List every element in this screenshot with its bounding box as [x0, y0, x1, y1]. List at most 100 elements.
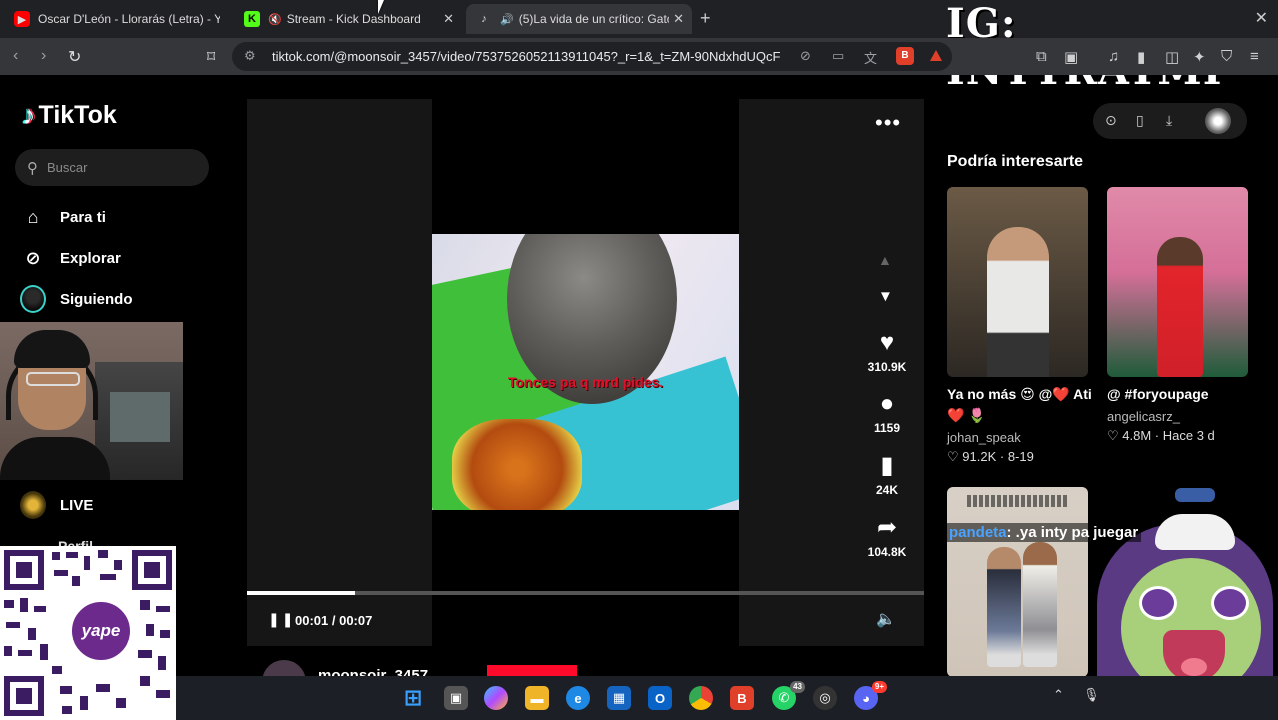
nav-label: Siguiendo	[60, 290, 133, 308]
comment-icon: ●	[879, 390, 895, 417]
screen-icon[interactable]: ▭	[832, 48, 844, 64]
forward-icon[interactable]: ›	[41, 47, 46, 65]
copilot-icon[interactable]	[484, 686, 508, 710]
tab-title: Stream - Kick Dashboard	[286, 12, 421, 26]
obs-icon[interactable]: ◎	[813, 686, 837, 710]
video-content[interactable]: Tonces pa q mrd pides.	[432, 234, 739, 510]
nav-siguiendo[interactable]: Siguiendo	[20, 285, 133, 313]
profile-avatar[interactable]	[1205, 108, 1231, 134]
show-hidden-icons[interactable]: ⌃	[1053, 687, 1064, 703]
window-close-icon[interactable]: ✕	[1255, 8, 1268, 28]
edge-icon[interactable]: e	[566, 686, 590, 710]
yape-logo: yape	[68, 598, 134, 664]
progress-fill	[247, 591, 356, 595]
recommend-thumb[interactable]	[1107, 187, 1248, 377]
outlook-icon[interactable]: O	[648, 686, 672, 710]
file-explorer-icon[interactable]: ▬	[525, 686, 549, 710]
tab-kick[interactable]: K 🔇 Stream - Kick Dashboard ✕	[234, 4, 462, 34]
nav-explorar[interactable]: ⊘ Explorar	[20, 245, 120, 271]
new-tab-button[interactable]: +	[700, 8, 711, 29]
comment-button[interactable]: ● 1159	[860, 389, 914, 435]
share-count: 104.8K	[867, 545, 907, 559]
site-settings-icon[interactable]: ⚙	[244, 48, 256, 64]
sidebar-icon[interactable]: ▮	[1137, 48, 1145, 66]
microphone-icon[interactable]: 🎙	[1083, 687, 1100, 703]
progress-bar[interactable]	[247, 591, 924, 595]
close-tab-icon[interactable]: ✕	[443, 11, 454, 27]
following-avatar	[20, 285, 46, 313]
webcam-overlay	[0, 322, 183, 480]
address-toolbar: ‹ › ↻ ⌑ ⚙ tiktok.com/@moonsoir_3457/vide…	[0, 38, 1278, 75]
discord-icon[interactable]: ◕ 9+	[854, 681, 887, 710]
search-input[interactable]	[47, 160, 187, 175]
reload-icon[interactable]: ↻	[68, 47, 81, 67]
tab-title: (5)La vida de un crítico: Gato	[518, 12, 669, 26]
youtube-icon: ▶	[14, 11, 30, 27]
screenshot-icon[interactable]: ▣	[1064, 48, 1078, 66]
brave-taskbar-icon[interactable]: B	[730, 686, 754, 710]
whatsapp-icon[interactable]: ✆ 43	[772, 681, 805, 710]
discord-badge: 9+	[871, 681, 887, 693]
menu-icon[interactable]: ≡	[1250, 48, 1259, 65]
recommend-user[interactable]: johan_speak	[947, 430, 1021, 445]
recommend-title: Podría interesarte	[947, 153, 1084, 170]
pause-icon[interactable]: ❚❚	[268, 611, 295, 628]
windows-taskbar: ⊞ ▣ ▬ e ▦ O B ✆ 43 ◎ ◕ 9+ ⌃ 🎙	[176, 676, 1278, 720]
extensions-icon[interactable]: ⧉	[1036, 48, 1047, 65]
chrome-icon[interactable]	[689, 686, 713, 710]
close-tab-icon[interactable]: ✕	[673, 11, 684, 27]
translate-icon[interactable]: 文	[864, 48, 877, 67]
windows-start-icon[interactable]: ⊞	[401, 685, 425, 710]
chat-user: pandeta	[949, 524, 1007, 541]
tab-strip: ▶ Oscar D'León - Llorarás (Letra) - YouT…	[0, 0, 1278, 94]
search-box[interactable]: ⚲	[15, 149, 209, 186]
url-text[interactable]: tiktok.com/@moonsoir_3457/video/75375260…	[272, 49, 787, 64]
tab-tiktok[interactable]: ♪ 🔊 (5)La vida de un crítico: Gato ✕	[466, 4, 692, 34]
mouse-cursor-icon	[378, 0, 384, 14]
heart-icon: ♥	[879, 329, 895, 356]
audio-icon[interactable]: 🔊	[500, 13, 514, 26]
recommend-likes: 91.2K	[962, 449, 997, 464]
store-icon[interactable]: ▦	[607, 686, 631, 710]
recommend-thumb[interactable]	[947, 487, 1088, 677]
coins-icon[interactable]: ⊙	[1105, 112, 1117, 129]
recommend-user[interactable]: angelicasrz_	[1107, 409, 1180, 424]
back-icon[interactable]: ‹	[13, 47, 18, 65]
leo-ai-icon[interactable]: ✦	[1193, 48, 1206, 66]
download-icon[interactable]: ⤓	[1166, 112, 1172, 129]
nav-para-ti[interactable]: ⌂ Para ti	[20, 204, 106, 230]
kick-icon: K	[244, 11, 260, 27]
muted-icon[interactable]: 🔇	[268, 13, 282, 26]
like-button[interactable]: ♥ 310.9K	[860, 328, 914, 374]
next-video-icon[interactable]: ▼	[878, 288, 893, 305]
nav-live[interactable]: LIVE	[20, 491, 94, 519]
volume-icon[interactable]: 🔈	[876, 609, 896, 629]
recommend-caption[interactable]: Ya no más 😍 @❤️ Ati ❤️ 🌷	[947, 384, 1097, 426]
recommend-date: 8-19	[1007, 449, 1034, 464]
device-icon[interactable]: ▯	[1136, 112, 1144, 129]
tiktok-logo[interactable]: ♪ TikTok	[22, 100, 117, 131]
vpn-icon[interactable]: ⛉	[1221, 48, 1232, 65]
home-icon: ⌂	[27, 206, 39, 227]
more-options-icon[interactable]: •••	[875, 110, 901, 136]
heart-outline-icon: ♡	[1107, 428, 1119, 443]
top-actions: ⊙ ▯ ⤓	[1093, 103, 1247, 139]
recommend-caption[interactable]: @ #foryoupage	[1107, 384, 1209, 405]
save-button[interactable]: ▮ 24K	[860, 451, 914, 497]
brave-shield-icon[interactable]: B	[896, 47, 914, 65]
media-icon[interactable]: ♫	[1108, 48, 1119, 65]
wallet-icon[interactable]: ◫	[1165, 48, 1179, 66]
whatsapp-badge: 43	[790, 681, 805, 693]
recommend-thumb[interactable]	[947, 187, 1088, 377]
address-bar[interactable]: ⚙ tiktok.com/@moonsoir_3457/video/753752…	[232, 42, 952, 71]
previous-video-icon[interactable]: ▲	[878, 252, 892, 268]
share-button[interactable]: ➦ 104.8K	[860, 513, 914, 559]
nav-label: LIVE	[60, 496, 94, 514]
tab-title: Oscar D'León - Llorarás (Letra) - YouT	[38, 12, 220, 26]
tiktok-icon: ♪	[481, 13, 487, 25]
brave-rewards-icon[interactable]	[930, 50, 942, 61]
task-view-icon[interactable]: ▣	[444, 686, 468, 710]
bookmark-icon[interactable]: ⌑	[207, 47, 215, 67]
no-cast-icon[interactable]: ⊘	[800, 48, 811, 64]
tab-youtube[interactable]: ▶ Oscar D'León - Llorarás (Letra) - YouT	[4, 4, 230, 34]
